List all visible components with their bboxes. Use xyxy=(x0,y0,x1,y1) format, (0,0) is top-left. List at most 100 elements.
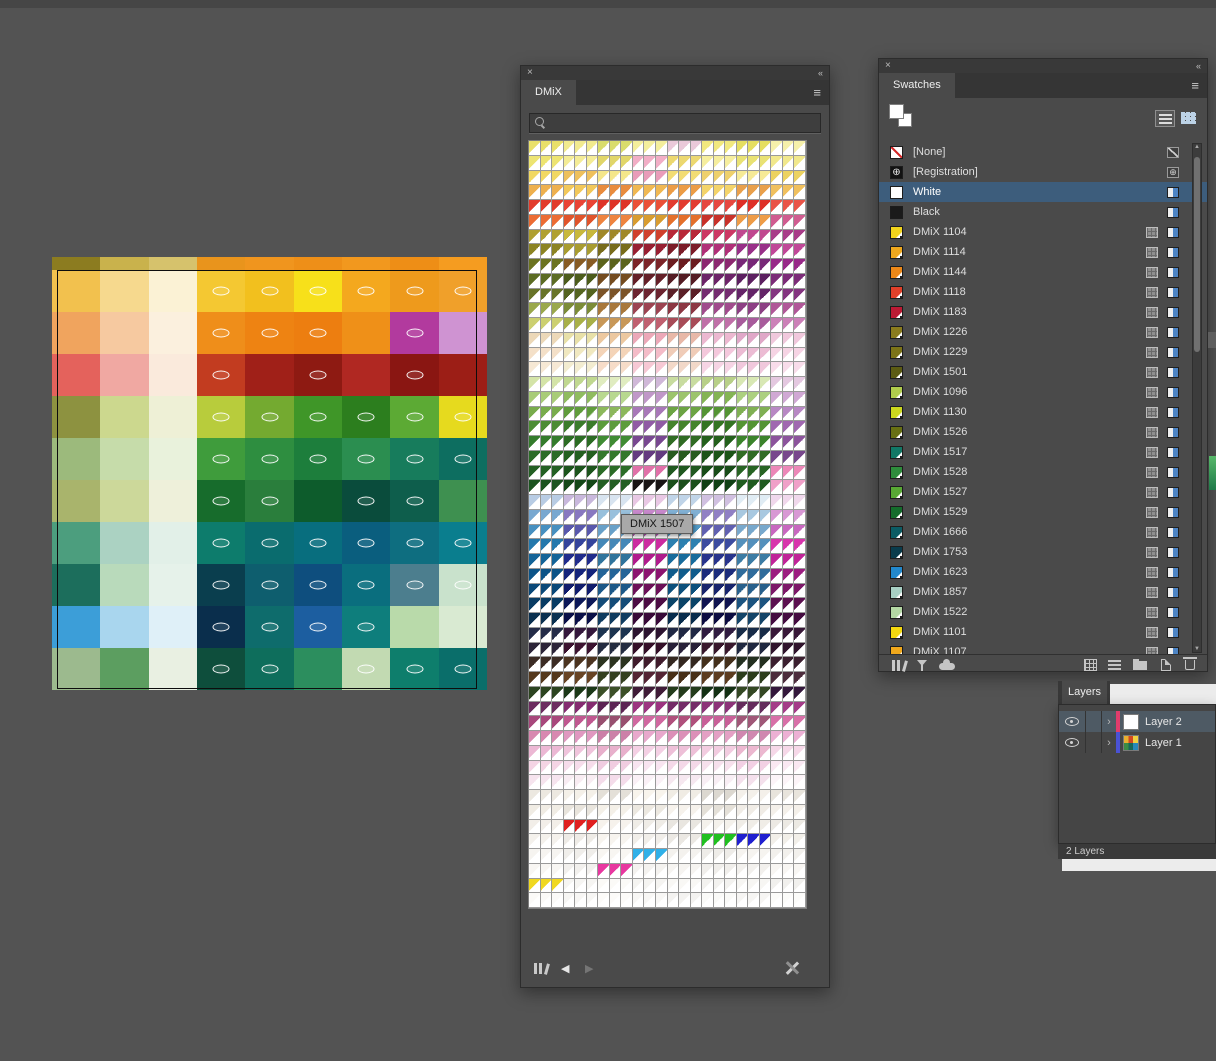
dmix-swatch[interactable] xyxy=(563,391,576,407)
dmix-swatch[interactable] xyxy=(563,244,576,259)
dmix-swatch[interactable] xyxy=(748,613,760,628)
dmix-swatch[interactable] xyxy=(782,657,795,672)
dmix-swatch[interactable] xyxy=(540,406,553,422)
dmix-swatch[interactable] xyxy=(575,377,587,392)
dmix-swatch[interactable] xyxy=(529,377,541,392)
dmix-swatch[interactable] xyxy=(529,406,541,422)
artwork-strip-cell[interactable] xyxy=(148,257,197,270)
dmix-swatch[interactable] xyxy=(782,554,795,569)
dmix-swatch[interactable] xyxy=(759,539,772,554)
dmix-swatch[interactable] xyxy=(725,332,737,348)
dmix-swatch[interactable] xyxy=(782,642,795,658)
dmix-swatch[interactable] xyxy=(621,273,633,289)
dmix-swatch[interactable] xyxy=(586,893,599,908)
dmix-swatch[interactable] xyxy=(748,701,760,717)
dmix-swatch[interactable] xyxy=(609,170,622,186)
dmix-swatch[interactable] xyxy=(679,642,691,658)
dmix-swatch[interactable] xyxy=(609,509,622,525)
artwork-cell[interactable] xyxy=(52,648,101,690)
dmix-swatch[interactable] xyxy=(736,155,749,171)
dmix-swatch[interactable] xyxy=(621,819,633,835)
artwork-strip-cell[interactable] xyxy=(341,257,391,270)
dmix-swatch[interactable] xyxy=(736,288,749,304)
dmix-swatch[interactable] xyxy=(690,568,703,584)
previous-library-button[interactable]: ◀ xyxy=(561,962,569,975)
dmix-swatch[interactable] xyxy=(632,244,645,259)
dmix-swatch[interactable] xyxy=(598,554,610,569)
dmix-swatch[interactable] xyxy=(794,170,806,186)
dmix-swatch[interactable] xyxy=(552,863,564,879)
dmix-swatch[interactable] xyxy=(655,495,668,510)
dmix-swatch[interactable] xyxy=(598,701,610,717)
dmix-swatch[interactable] xyxy=(575,819,587,835)
dmix-swatch[interactable] xyxy=(736,790,749,805)
swatch-row[interactable]: DMiX 1104 xyxy=(879,222,1207,242)
dmix-swatch[interactable] xyxy=(529,495,541,510)
dmix-swatch[interactable] xyxy=(598,657,610,672)
dmix-swatch[interactable] xyxy=(632,391,645,407)
dmix-swatch[interactable] xyxy=(552,391,564,407)
artwork-cell[interactable] xyxy=(52,312,101,354)
dmix-swatch[interactable] xyxy=(748,495,760,510)
dmix-swatch[interactable] xyxy=(679,155,691,171)
dmix-swatch[interactable] xyxy=(725,804,737,820)
dmix-swatch[interactable] xyxy=(586,303,599,318)
dmix-swatch[interactable] xyxy=(759,214,772,230)
dmix-swatch[interactable] xyxy=(621,141,633,156)
dmix-swatch[interactable] xyxy=(598,819,610,835)
dmix-swatch[interactable] xyxy=(794,760,806,776)
dmix-swatch[interactable] xyxy=(552,790,564,805)
dmix-swatch[interactable] xyxy=(667,465,680,481)
dmix-swatch[interactable] xyxy=(679,421,691,436)
dmix-swatch[interactable] xyxy=(679,200,691,215)
dmix-swatch[interactable] xyxy=(713,391,726,407)
dmix-swatch[interactable] xyxy=(702,450,714,466)
dmix-swatch[interactable] xyxy=(655,568,668,584)
dmix-swatch[interactable] xyxy=(759,391,772,407)
dmix-swatch[interactable] xyxy=(713,598,726,613)
dmix-swatch[interactable] xyxy=(725,716,737,731)
dmix-swatch[interactable] xyxy=(725,509,737,525)
dmix-swatch[interactable] xyxy=(736,613,749,628)
dmix-swatch[interactable] xyxy=(540,391,553,407)
dmix-swatch[interactable] xyxy=(632,214,645,230)
dmix-swatch[interactable] xyxy=(736,391,749,407)
dmix-swatch[interactable] xyxy=(771,716,783,731)
dmix-swatch[interactable] xyxy=(725,598,737,613)
dmix-swatch[interactable] xyxy=(529,849,541,864)
dmix-swatch[interactable] xyxy=(759,524,772,540)
dmix-swatch[interactable] xyxy=(725,303,737,318)
dmix-swatch[interactable] xyxy=(586,288,599,304)
dmix-swatch[interactable] xyxy=(529,686,541,702)
dmix-swatch[interactable] xyxy=(782,672,795,687)
dmix-swatch[interactable] xyxy=(702,362,714,377)
dmix-swatch[interactable] xyxy=(725,347,737,363)
dmix-swatch[interactable] xyxy=(794,539,806,554)
dmix-swatch[interactable] xyxy=(540,686,553,702)
dmix-swatch[interactable] xyxy=(598,583,610,599)
dmix-swatch[interactable] xyxy=(713,863,726,879)
dmix-swatch[interactable] xyxy=(563,701,576,717)
dmix-swatch[interactable] xyxy=(690,303,703,318)
dmix-swatch[interactable] xyxy=(644,273,656,289)
dmix-swatch[interactable] xyxy=(736,568,749,584)
dmix-swatch[interactable] xyxy=(632,229,645,245)
dmix-swatch[interactable] xyxy=(540,819,553,835)
dmix-swatch[interactable] xyxy=(771,657,783,672)
dmix-swatch[interactable] xyxy=(540,642,553,658)
artwork-cell[interactable] xyxy=(148,606,197,648)
dmix-swatch[interactable] xyxy=(563,273,576,289)
dmix-swatch[interactable] xyxy=(552,288,564,304)
dmix-swatch[interactable] xyxy=(759,878,772,894)
artwork-cell[interactable] xyxy=(438,312,487,354)
dmix-swatch[interactable] xyxy=(771,701,783,717)
dmix-swatch[interactable] xyxy=(771,819,783,835)
dmix-swatch[interactable] xyxy=(655,657,668,672)
dmix-swatch[interactable] xyxy=(632,480,645,495)
dmix-swatch[interactable] xyxy=(621,288,633,304)
swatch-row[interactable]: DMiX 1529 xyxy=(879,502,1207,522)
dmix-swatch[interactable] xyxy=(725,170,737,186)
dmix-swatch[interactable] xyxy=(771,273,783,289)
dmix-swatch[interactable] xyxy=(771,347,783,363)
dmix-swatch[interactable] xyxy=(667,775,680,790)
